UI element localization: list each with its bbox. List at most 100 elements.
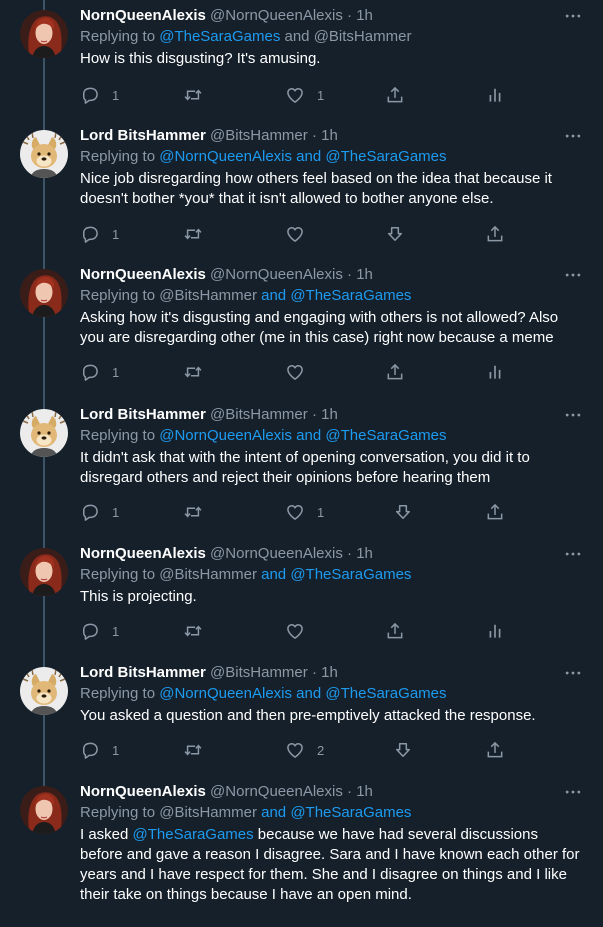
tweet-text: This is projecting. — [80, 588, 197, 605]
retweet-button[interactable] — [183, 362, 203, 382]
like-button[interactable]: 1 — [285, 502, 324, 522]
mention-link[interactable]: @TheSaraGames — [325, 148, 446, 165]
display-name[interactable]: NornQueenAlexis — [80, 545, 206, 562]
reply-button[interactable]: 1 — [80, 224, 119, 244]
timestamp[interactable]: 1h — [321, 127, 338, 144]
share-button[interactable] — [385, 85, 405, 105]
mention-link[interactable]: @NornQueenAlexis — [159, 685, 292, 702]
tweet-text: You asked a question and then pre-emptiv… — [80, 707, 536, 724]
like-button[interactable] — [285, 621, 305, 641]
like-button[interactable]: 2 — [285, 740, 324, 760]
replying-to-line: Replying to @BitsHammer and @TheSaraGame… — [80, 285, 583, 307]
avatar-norn-queen-alexis[interactable] — [20, 548, 68, 596]
more-options-icon[interactable] — [563, 782, 583, 802]
more-options-icon[interactable] — [563, 544, 583, 564]
share-button[interactable] — [485, 224, 505, 244]
user-handle[interactable]: @NornQueenAlexis — [210, 545, 343, 562]
analytics-icon — [485, 362, 505, 382]
share-button[interactable] — [485, 502, 505, 522]
replying-prefix: Replying to — [80, 427, 160, 444]
timestamp[interactable]: 1h — [356, 783, 373, 800]
mention-link[interactable]: @TheSaraGames — [325, 685, 446, 702]
mention-link[interactable]: @TheSaraGames — [159, 28, 280, 45]
more-options-icon[interactable] — [563, 6, 583, 26]
mention-link[interactable]: @BitsHammer — [314, 28, 412, 45]
like-icon — [285, 224, 305, 244]
reply-button[interactable]: 1 — [80, 621, 119, 641]
mention-link[interactable]: @TheSaraGames — [325, 427, 446, 444]
tweet-actions: 1 — [80, 362, 520, 382]
user-handle[interactable]: @BitsHammer — [210, 406, 308, 423]
like-button[interactable] — [285, 362, 305, 382]
replying-to-line: Replying to @NornQueenAlexis and @TheSar… — [80, 146, 583, 168]
tweet-text: It didn't ask that with the intent of op… — [80, 449, 530, 486]
retweet-button[interactable] — [183, 224, 203, 244]
avatar-norn-queen-alexis[interactable] — [20, 786, 68, 834]
more-options-icon[interactable] — [563, 405, 583, 425]
display-name[interactable]: Lord BitsHammer — [80, 127, 206, 144]
downvote-button[interactable] — [393, 502, 413, 522]
like-button[interactable]: 1 — [285, 85, 324, 105]
reply-icon — [80, 502, 100, 522]
retweet-icon — [183, 85, 203, 105]
downvote-button[interactable] — [385, 224, 405, 244]
mention-link[interactable]: @BitsHammer — [159, 804, 257, 821]
mention-link[interactable]: @BitsHammer — [159, 566, 257, 583]
avatar-lord-bitshammer[interactable] — [20, 130, 68, 178]
retweet-button[interactable] — [183, 502, 203, 522]
user-handle[interactable]: @NornQueenAlexis — [210, 266, 343, 283]
reply-button[interactable]: 1 — [80, 85, 119, 105]
share-button[interactable] — [385, 362, 405, 382]
retweet-button[interactable] — [183, 85, 203, 105]
replying-and: and — [280, 28, 314, 45]
like-icon — [285, 621, 305, 641]
user-handle[interactable]: @NornQueenAlexis — [210, 7, 343, 24]
analytics-button[interactable] — [485, 621, 505, 641]
retweet-button[interactable] — [183, 621, 203, 641]
more-options-icon[interactable] — [563, 265, 583, 285]
mention-link[interactable]: @TheSaraGames — [290, 804, 411, 821]
timestamp[interactable]: 1h — [356, 545, 373, 562]
like-icon — [285, 502, 305, 522]
avatar-lord-bitshammer[interactable] — [20, 667, 68, 715]
more-options-icon[interactable] — [563, 126, 583, 146]
retweet-icon — [183, 502, 203, 522]
retweet-icon — [183, 224, 203, 244]
mention-link[interactable]: @TheSaraGames — [133, 826, 254, 843]
analytics-icon — [485, 621, 505, 641]
user-handle[interactable]: @BitsHammer — [210, 127, 308, 144]
timestamp[interactable]: 1h — [356, 266, 373, 283]
mention-link[interactable]: @TheSaraGames — [290, 287, 411, 304]
reply-button[interactable]: 1 — [80, 740, 119, 760]
display-name[interactable]: NornQueenAlexis — [80, 266, 206, 283]
mention-link[interactable]: @NornQueenAlexis — [159, 148, 292, 165]
display-name[interactable]: NornQueenAlexis — [80, 7, 206, 24]
avatar-norn-queen-alexis[interactable] — [20, 10, 68, 58]
analytics-button[interactable] — [485, 362, 505, 382]
timestamp[interactable]: 1h — [321, 664, 338, 681]
reply-button[interactable]: 1 — [80, 362, 119, 382]
retweet-button[interactable] — [183, 740, 203, 760]
more-options-icon[interactable] — [563, 663, 583, 683]
user-handle[interactable]: @BitsHammer — [210, 664, 308, 681]
mention-link[interactable]: @NornQueenAlexis — [159, 427, 292, 444]
display-name[interactable]: NornQueenAlexis — [80, 783, 206, 800]
like-count: 1 — [317, 504, 325, 520]
replying-prefix: Replying to — [80, 804, 160, 821]
mention-link[interactable]: @BitsHammer — [159, 287, 257, 304]
replying-prefix: Replying to — [80, 28, 160, 45]
avatar-lord-bitshammer[interactable] — [20, 409, 68, 457]
mention-link[interactable]: @TheSaraGames — [290, 566, 411, 583]
share-button[interactable] — [385, 621, 405, 641]
like-button[interactable] — [285, 224, 305, 244]
share-button[interactable] — [485, 740, 505, 760]
timestamp[interactable]: 1h — [356, 7, 373, 24]
display-name[interactable]: Lord BitsHammer — [80, 406, 206, 423]
timestamp[interactable]: 1h — [321, 406, 338, 423]
analytics-button[interactable] — [485, 85, 505, 105]
downvote-button[interactable] — [393, 740, 413, 760]
display-name[interactable]: Lord BitsHammer — [80, 664, 206, 681]
reply-button[interactable]: 1 — [80, 502, 119, 522]
user-handle[interactable]: @NornQueenAlexis — [210, 783, 343, 800]
avatar-norn-queen-alexis[interactable] — [20, 269, 68, 317]
